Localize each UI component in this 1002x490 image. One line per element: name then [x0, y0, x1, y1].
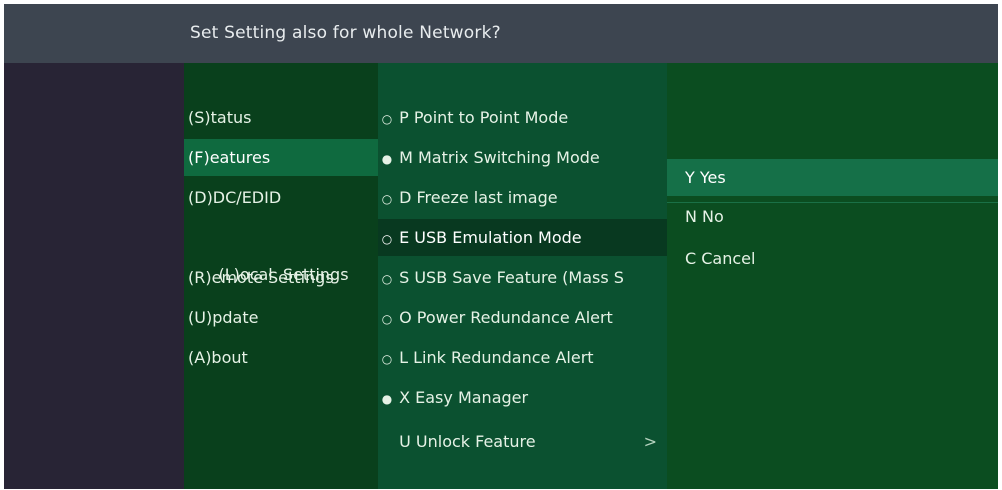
feature-item-label: O Power Redundance Alert — [399, 308, 613, 327]
main-menu: (S)tatus (F)eatures (D)DC/EDID (L)ocal S… — [184, 63, 378, 489]
confirm-dialog: Y Yes N No C Cancel — [667, 63, 998, 489]
header-bar: Set Setting also for whole Network? — [4, 4, 998, 63]
menu-item-local-settings[interactable]: (L)ocal Settings — [184, 219, 378, 284]
radio-unchecked-icon: ○ — [381, 312, 393, 326]
menu-item-update[interactable]: (U)pdate — [184, 299, 378, 336]
menu-item-ddc-edid[interactable]: (D)DC/EDID — [184, 179, 378, 216]
menu-item-about[interactable]: (A)bout — [184, 339, 378, 376]
menu-item-label: (U)pdate — [188, 308, 259, 327]
feature-item-label: P Point to Point Mode — [399, 108, 569, 127]
feature-item-label: S USB Save Feature (Mass S — [399, 268, 624, 287]
menu-item-remote-settings[interactable]: (R)emote Settings — [184, 259, 378, 296]
option-yes[interactable]: Y Yes — [667, 159, 998, 196]
option-label: N No — [685, 207, 724, 226]
chevron-right-icon: > — [643, 432, 657, 451]
menu-item-label: (F)eatures — [188, 148, 271, 167]
feature-item-label: L Link Redundance Alert — [399, 348, 594, 367]
feature-item-freeze-last-image[interactable]: ○ D Freeze last image — [378, 179, 667, 216]
feature-item-unlock[interactable]: U Unlock Feature > — [378, 423, 667, 460]
feature-item-label: U Unlock Feature — [399, 432, 536, 451]
menu-item-label: (S)tatus — [188, 108, 252, 127]
radio-unchecked-icon: ○ — [381, 352, 393, 366]
menu-item-label: (A)bout — [188, 348, 248, 367]
option-label: C Cancel — [685, 249, 756, 268]
radio-unchecked-icon: ○ — [381, 192, 393, 206]
menu-item-label: (D)DC/EDID — [188, 188, 282, 207]
option-label: Y Yes — [685, 168, 726, 187]
feature-item-easy-manager[interactable]: ● X Easy Manager — [378, 379, 667, 416]
radio-checked-icon: ● — [381, 152, 393, 166]
feature-item-usb-save[interactable]: ○ S USB Save Feature (Mass S — [378, 259, 667, 296]
menu-item-features[interactable]: (F)eatures — [184, 139, 378, 176]
feature-item-usb-emulation[interactable]: ○ E USB Emulation Mode — [378, 219, 667, 256]
dialog-title: Set Setting also for whole Network? — [190, 23, 501, 43]
menu-item-label: (R)emote Settings — [188, 268, 334, 287]
radio-unchecked-icon: ○ — [381, 272, 393, 286]
feature-item-label: D Freeze last image — [399, 188, 558, 207]
feature-item-label: E USB Emulation Mode — [399, 228, 582, 247]
feature-item-power-redundance[interactable]: ○ O Power Redundance Alert — [378, 299, 667, 336]
screen: Set Setting also for whole Network? (S)t… — [0, 0, 1002, 490]
feature-item-matrix-switching[interactable]: ● M Matrix Switching Mode — [378, 139, 667, 176]
left-panel — [4, 63, 184, 489]
radio-unchecked-icon: ○ — [381, 112, 393, 126]
radio-checked-icon: ● — [381, 392, 393, 406]
feature-item-point-to-point[interactable]: ○ P Point to Point Mode — [378, 99, 667, 136]
option-cancel[interactable]: C Cancel — [667, 240, 998, 277]
feature-item-link-redundance[interactable]: ○ L Link Redundance Alert — [378, 339, 667, 376]
option-no[interactable]: N No — [667, 198, 998, 235]
radio-unchecked-icon: ○ — [381, 232, 393, 246]
menu-item-status[interactable]: (S)tatus — [184, 99, 378, 136]
feature-item-label: X Easy Manager — [399, 388, 529, 407]
feature-item-label: M Matrix Switching Mode — [399, 148, 600, 167]
features-submenu: ○ P Point to Point Mode ● M Matrix Switc… — [378, 63, 667, 489]
